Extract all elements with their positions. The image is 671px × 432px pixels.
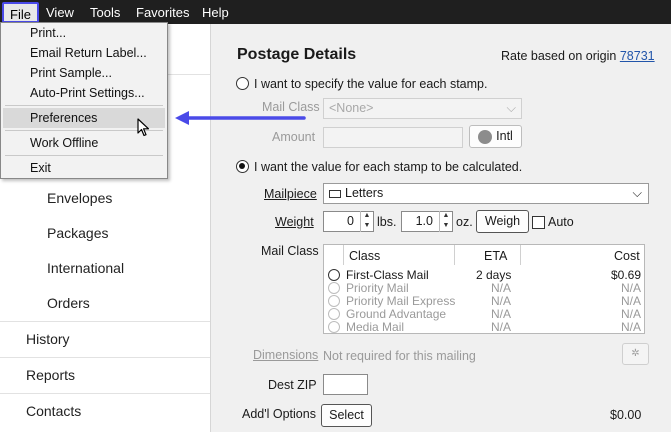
sidebar-item-orders[interactable]: Orders: [47, 295, 90, 311]
menu-item-exit[interactable]: Exit: [3, 158, 165, 178]
mouse-cursor-icon: [137, 118, 150, 137]
mailpiece-label: Mailpiece: [264, 187, 317, 201]
menu-help[interactable]: Help: [202, 0, 229, 24]
menu-item-auto-print-settings[interactable]: Auto-Print Settings...: [3, 83, 165, 103]
sidebar-item-envelopes[interactable]: Envelopes: [47, 190, 112, 206]
sidebar-item-contacts[interactable]: Contacts: [26, 403, 81, 419]
mail-class-label: Mail Class: [261, 244, 319, 258]
sidebar-item-reports[interactable]: Reports: [26, 367, 75, 383]
mailpiece-select[interactable]: Letters ⌵: [323, 183, 649, 204]
menu-tools[interactable]: Tools: [90, 0, 120, 24]
mail-class-radio: [328, 282, 340, 294]
oz-unit: oz.: [456, 215, 473, 229]
radio-calculate-value[interactable]: [236, 160, 249, 173]
weight-lbs-stepper[interactable]: ▲ ▼: [360, 211, 373, 232]
lbs-unit: lbs.: [377, 215, 397, 229]
annotation-arrow-icon: [175, 111, 306, 125]
page-title: Postage Details: [237, 46, 357, 63]
chevron-down-icon: ⌵: [632, 186, 642, 200]
origin-zip-link[interactable]: 78731: [620, 49, 655, 63]
auto-label: Auto: [548, 215, 574, 229]
menu-item-print-sample[interactable]: Print Sample...: [3, 63, 165, 83]
globe-icon: [478, 129, 493, 144]
dest-zip-label: Dest ZIP: [268, 378, 317, 392]
dimensions-settings-button[interactable]: ✲: [622, 343, 649, 365]
amount-label: Amount: [272, 130, 316, 144]
weight-label: Weight: [275, 215, 314, 229]
menu-item-email-return-label[interactable]: Email Return Label...: [3, 43, 165, 63]
addl-options-label: Add'l Options: [242, 407, 316, 421]
sidebar-item-packages[interactable]: Packages: [47, 225, 108, 241]
select-options-button[interactable]: Select: [321, 404, 372, 427]
auto-checkbox[interactable]: [532, 216, 545, 229]
col-header-eta: ETA: [484, 249, 508, 263]
table-row: Media Mail N/A N/A: [324, 321, 644, 334]
radio-specify-label: I want to specify the value for each sta…: [254, 77, 488, 91]
mail-class-radio: [328, 295, 340, 307]
weight-oz-stepper[interactable]: ▲ ▼: [439, 211, 452, 232]
mail-class-table: Class ETA Cost First-Class Mail 2 days $…: [323, 244, 645, 334]
sidebar-item-history[interactable]: History: [26, 331, 70, 347]
mail-class-radio: [328, 308, 340, 320]
file-menu-dropdown: Print... Email Return Label... Print Sam…: [0, 22, 168, 179]
radio-specify-value[interactable]: [236, 77, 249, 90]
menu-bar: File View Tools Favorites Help: [0, 0, 671, 24]
origin-label: Rate based on origin 78731: [501, 49, 655, 63]
weigh-button[interactable]: Weigh: [476, 210, 529, 233]
mail-class-select-disabled[interactable]: <None> ⌵: [323, 98, 522, 119]
addl-options-cost: $0.00: [610, 408, 642, 422]
menu-favorites[interactable]: Favorites: [136, 0, 189, 24]
postage-details-panel: Postage Details Rate based on origin 787…: [212, 24, 671, 432]
mail-class-radio[interactable]: [328, 269, 340, 281]
menu-view[interactable]: View: [46, 0, 74, 24]
menu-file[interactable]: File: [2, 2, 39, 23]
menu-item-print[interactable]: Print...: [3, 23, 165, 43]
dimensions-note: Not required for this mailing: [323, 349, 476, 363]
col-header-class: Class: [349, 249, 381, 263]
gear-icon: ✲: [631, 348, 640, 359]
col-header-cost: Cost: [614, 249, 640, 263]
dimensions-label: Dimensions: [253, 348, 319, 362]
radio-calculate-label: I want the value for each stamp to be ca…: [254, 160, 523, 174]
amount-input[interactable]: [323, 127, 463, 148]
dest-zip-input[interactable]: [323, 374, 368, 395]
intl-button[interactable]: Intl: [469, 125, 522, 148]
envelope-icon: [329, 189, 341, 198]
sidebar-item-international[interactable]: International: [47, 260, 124, 276]
mail-class-radio: [328, 321, 340, 333]
chevron-down-icon: ⌵: [506, 101, 516, 115]
